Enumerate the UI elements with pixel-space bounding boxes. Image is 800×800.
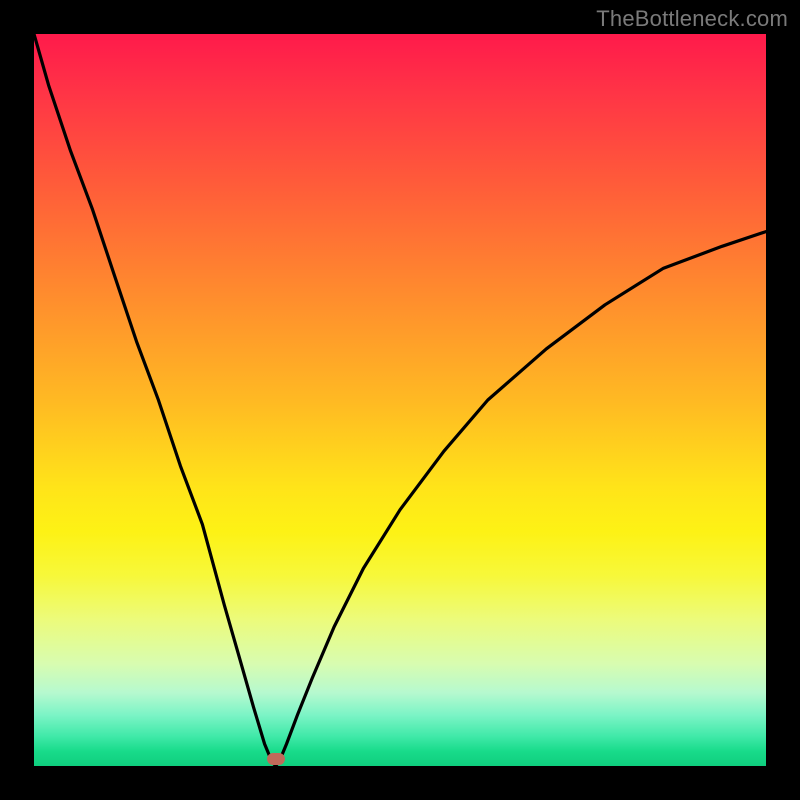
chart-frame: TheBottleneck.com	[0, 0, 800, 800]
optimal-point-marker	[267, 753, 285, 765]
watermark-text: TheBottleneck.com	[596, 6, 788, 32]
plot-area	[34, 34, 766, 766]
bottleneck-curve	[34, 34, 766, 766]
